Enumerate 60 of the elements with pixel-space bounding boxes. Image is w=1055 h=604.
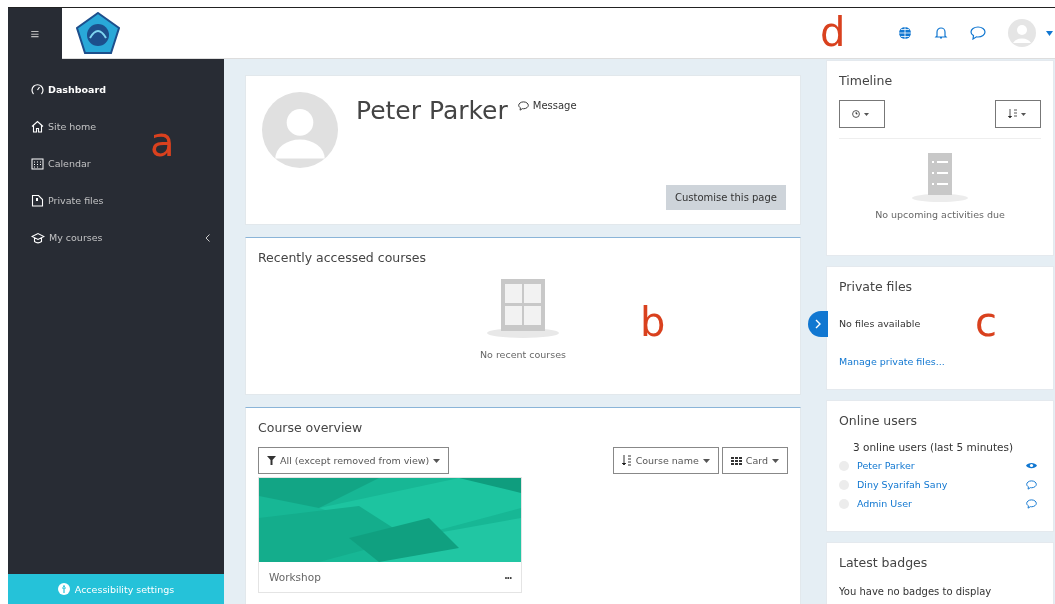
avatar-icon: [262, 92, 338, 168]
graduation-cap-icon: [31, 231, 45, 244]
caret-icon: [433, 458, 441, 463]
gauge-icon: [31, 83, 44, 96]
user-link[interactable]: Admin User: [857, 498, 1018, 509]
annotation-letter: d: [820, 12, 846, 52]
bell-icon[interactable]: [934, 26, 948, 40]
annotation-letter: c: [975, 302, 997, 342]
caret-icon[interactable]: [1046, 30, 1053, 36]
empty-message: No recent courses: [480, 349, 566, 360]
empty-message: No files available: [839, 318, 922, 329]
accessibility-icon: [57, 583, 70, 595]
profile-name: Peter Parker: [356, 96, 508, 125]
card-title: Online users: [839, 413, 919, 428]
clock-dropdown[interactable]: [839, 100, 885, 128]
chat-icon[interactable]: [1026, 498, 1037, 509]
caret-icon: [772, 458, 779, 463]
annotation-letter: b: [640, 302, 666, 342]
globe-icon[interactable]: [898, 26, 912, 40]
sort-dropdown[interactable]: [995, 100, 1041, 128]
sort-icon: [621, 455, 632, 466]
annotation-letter: a: [150, 122, 175, 162]
caret-icon: [702, 458, 710, 463]
sidebar-item[interactable]: Private files: [8, 182, 224, 219]
empty-message: You have no badges to display: [839, 586, 993, 597]
filter-icon: [267, 456, 276, 465]
sidebar-item[interactable]: My courses: [8, 219, 224, 256]
card-title: Course overview: [258, 420, 364, 435]
sort-caret-icon: [1008, 109, 1028, 119]
customise-button[interactable]: Customise this page: [665, 185, 786, 210]
filter-dropdown[interactable]: All (except removed from view): [258, 447, 450, 474]
card-title: Recently accessed courses: [258, 250, 428, 265]
drawer-toggle-button[interactable]: [808, 311, 828, 337]
manage-files-link[interactable]: Manage private files...: [839, 356, 1041, 367]
menu-button[interactable]: ≡: [26, 23, 44, 44]
user-link[interactable]: Peter Parker: [857, 460, 1018, 471]
sidebar-item[interactable]: Dashboard: [8, 71, 224, 108]
chat-icon[interactable]: [970, 26, 986, 40]
calendar-icon: [31, 157, 44, 170]
grid-icon: [730, 456, 742, 465]
chat-icon: [517, 100, 529, 111]
card-title: Private files: [839, 279, 914, 294]
list-icon: [910, 153, 970, 203]
empty-message: No upcoming activities due: [875, 209, 1005, 220]
course-cards-icon: [485, 279, 561, 339]
course-category: Workshop: [269, 571, 321, 583]
clock-caret-icon: [852, 110, 872, 118]
card-title: Timeline: [839, 73, 894, 88]
eye-icon[interactable]: [1026, 461, 1037, 470]
sort-dropdown[interactable]: Course name: [612, 447, 719, 474]
view-dropdown[interactable]: Card: [721, 447, 788, 474]
home-icon: [31, 120, 44, 133]
logo-icon: [76, 12, 120, 54]
chat-icon[interactable]: [1026, 479, 1037, 490]
online-summary: 3 online users (last 5 minutes): [853, 441, 1015, 453]
files-icon: [31, 194, 44, 207]
chevron-right-icon: [815, 319, 821, 329]
user-link[interactable]: Diny Syarifah Sany: [857, 479, 1018, 490]
message-link[interactable]: Message: [517, 100, 577, 111]
card-title: Latest badges: [839, 555, 929, 570]
